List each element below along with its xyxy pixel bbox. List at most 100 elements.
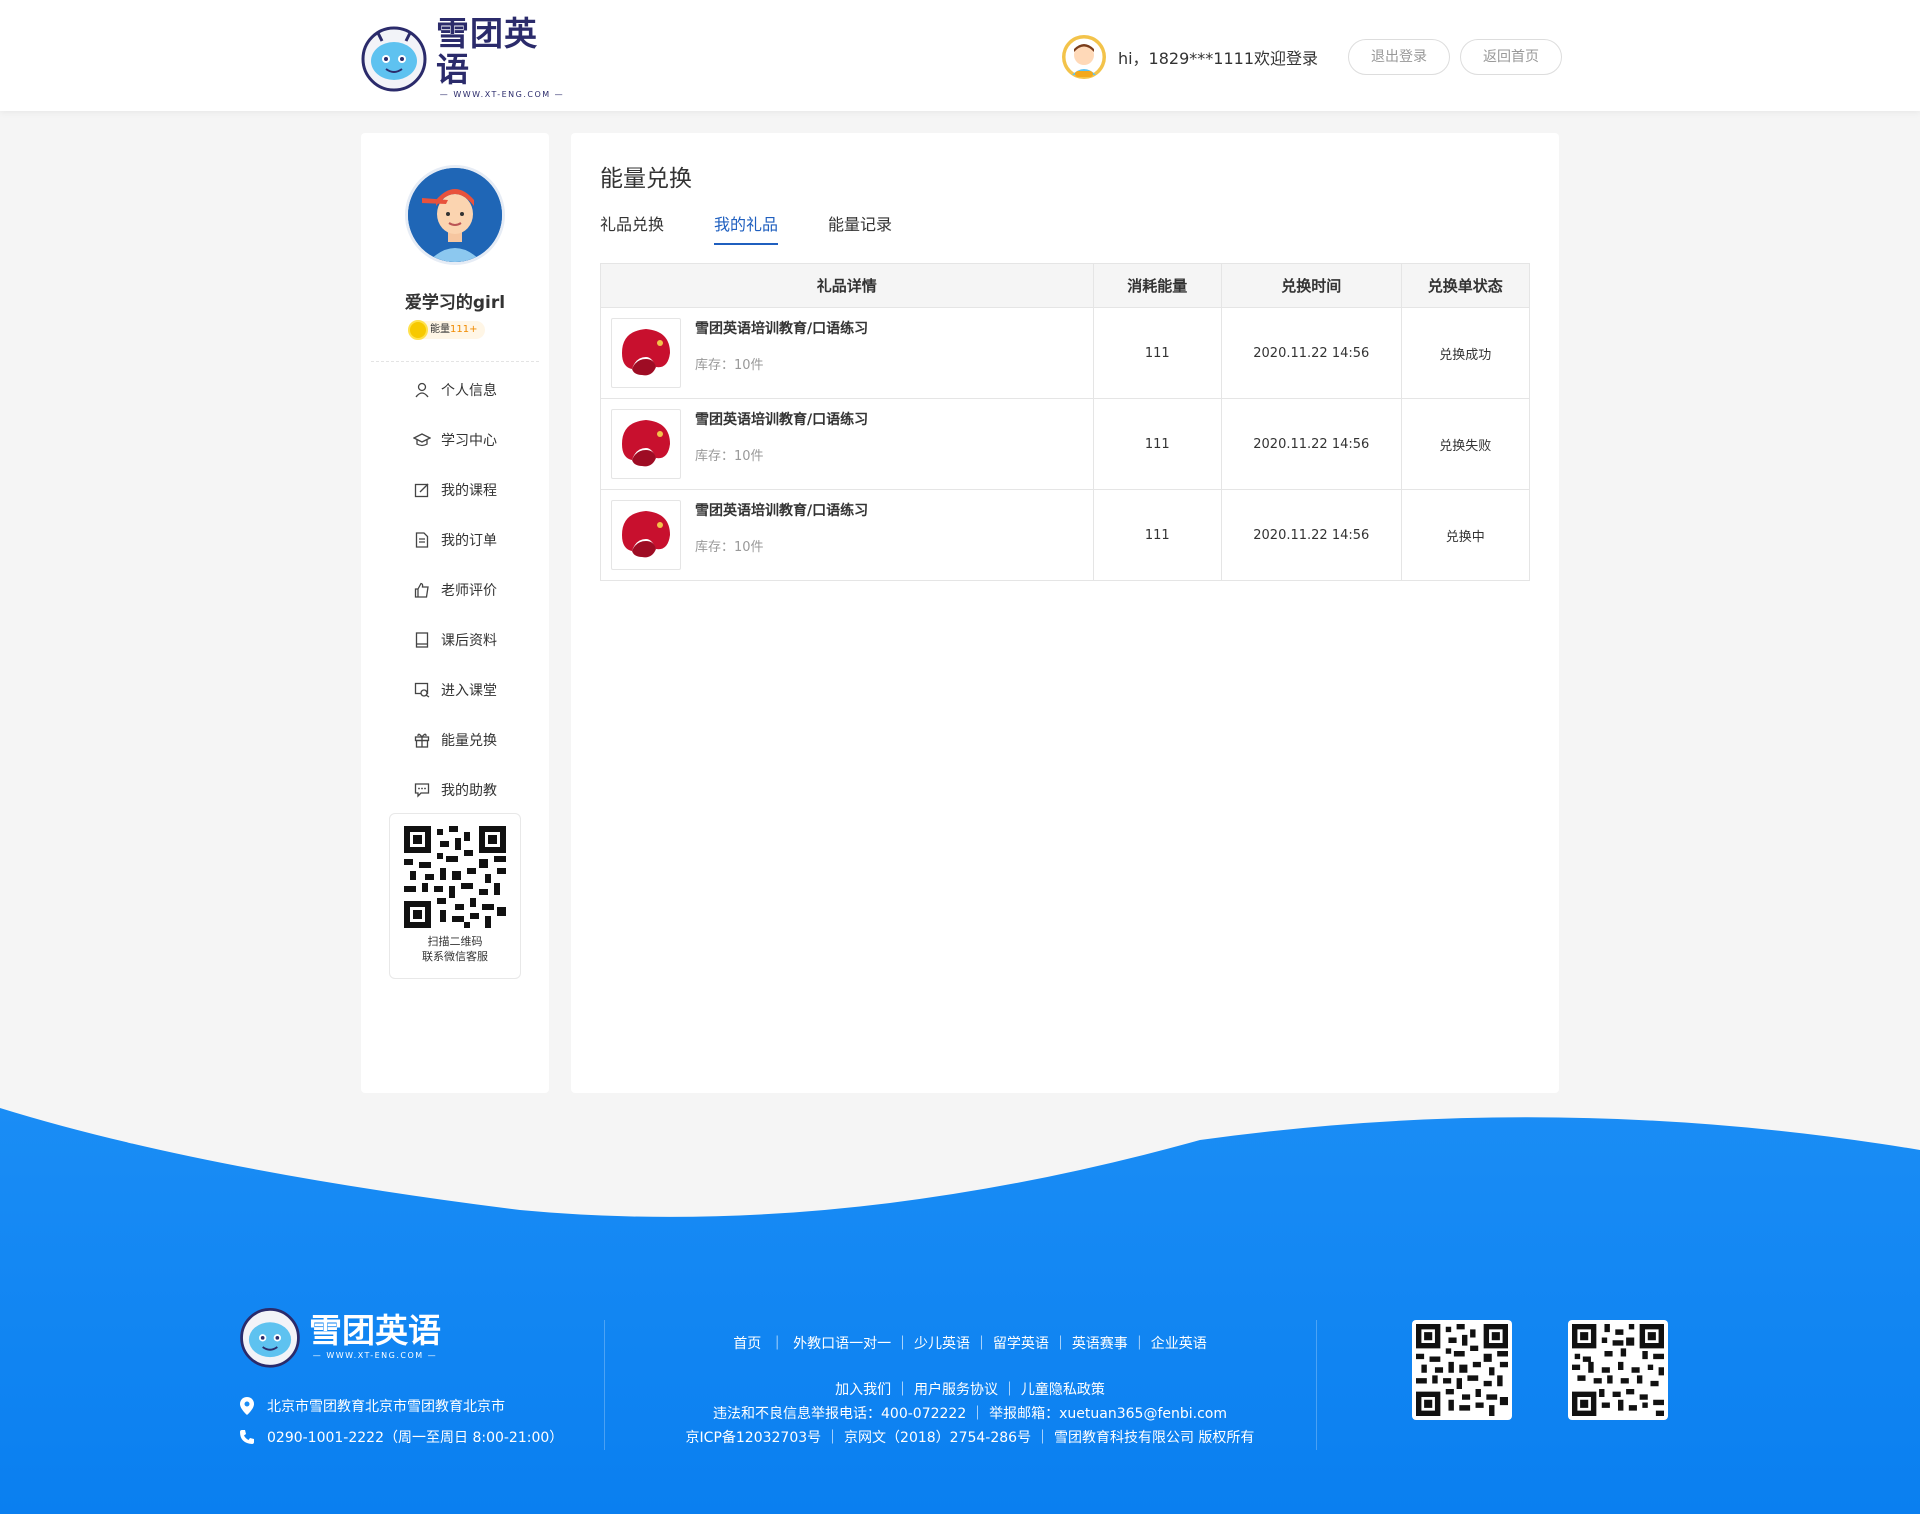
sidebar-item-assistant[interactable]: 我的助教 [361,765,549,815]
logout-button[interactable]: 退出登录 [1348,39,1450,75]
sidebar: 爱学习的girl 能量111+ 个人信息 学习中心 我的课程 我的订单 老师评价… [361,133,549,1093]
sidebar-item-label: 学习中心 [441,433,497,449]
footer-divider-left [604,1320,605,1450]
gift-image[interactable] [611,318,681,388]
mascot-logo-icon [358,21,430,93]
graduation-cap-icon [413,431,431,449]
column-header-energy: 消耗能量 [1092,263,1222,308]
thumbs-up-icon [413,581,431,599]
profile-username: 爱学习的girl [404,293,506,313]
tab-my-gifts[interactable]: 我的礼品 [714,211,779,245]
table-header-row: 礼品详情 消耗能量 兑换时间 兑换单状态 [600,263,1531,308]
footer-qr-code-2 [1568,1320,1668,1420]
site-logo[interactable]: 雪团英语 — WWW.XT-ENG.COM — [358,15,568,99]
sidebar-item-energy-exchange[interactable]: 能量兑换 [361,715,549,765]
edit-icon [413,481,431,499]
table-row[interactable]: 雪团英语培训教育/口语练习 库存：10件 111 2020.11.22 14:5… [600,489,1531,581]
gift-stock: 库存：10件 [695,357,764,373]
book-icon [413,631,431,649]
status-badge: 兑换成功 [1400,307,1531,399]
footer-logo-title: 雪团英语 [309,1310,441,1350]
gift-name: 雪团英语培训教育/口语练习 [695,411,869,428]
gift-image[interactable] [611,409,681,479]
footer-link-home[interactable]: 首页 [733,1336,761,1352]
footer-link-enterprise[interactable]: 企业英语 [1151,1336,1207,1352]
footer-address: 北京市雪团教育北京市雪团教育北京市 [237,1396,505,1416]
gift-image[interactable] [611,500,681,570]
footer-qr-code-1 [1412,1320,1512,1420]
gift-stock: 库存：10件 [695,539,764,555]
gift-name: 雪团英语培训教育/口语练习 [695,320,869,337]
sidebar-item-learning-center[interactable]: 学习中心 [361,415,549,465]
chat-icon [413,781,431,799]
welcome-greeting: hi，1829***1111欢迎登录 [1117,49,1318,68]
user-icon [413,381,431,399]
energy-cost: 111 [1092,398,1222,490]
column-header-time: 兑换时间 [1220,263,1402,308]
home-button[interactable]: 返回首页 [1460,39,1562,75]
sidebar-item-my-orders[interactable]: 我的订单 [361,515,549,565]
footer-link-privacy[interactable]: 儿童隐私政策 [1021,1382,1105,1398]
footer-logo[interactable]: 雪团英语 — WWW.XT-ENG.COM — [237,1303,441,1369]
wechat-qr-code [404,826,506,928]
gift-stock: 库存：10件 [695,448,764,464]
sidebar-item-label: 我的课程 [441,483,497,499]
footer-link-oral[interactable]: 外教口语一对一 [793,1336,891,1352]
user-area: hi，1829***1111欢迎登录 退出登录 返回首页 [1061,34,1562,80]
sidebar-item-label: 老师评价 [441,583,497,599]
footer-nav-secondary: 加入我们 ｜ 用户服务协议 ｜ 儿童隐私政策 [835,1382,1105,1398]
footer-address-text: 北京市雪团教育北京市雪团教育北京市 [267,1399,505,1415]
exchange-time: 2020.11.22 14:56 [1220,489,1402,581]
classroom-icon [413,681,431,699]
sidebar-item-teacher-review[interactable]: 老师评价 [361,565,549,615]
sidebar-divider [371,361,539,362]
footer-phone-text: 0290-1001-2222（周一至周日 8:00-21:00） [267,1430,564,1446]
sidebar-item-label: 我的订单 [441,533,497,549]
table-row[interactable]: 雪团英语培训教育/口语练习 库存：10件 111 2020.11.22 14:5… [600,307,1531,399]
footer-report-info: 违法和不良信息举报电话：400-072222 ｜ 举报邮箱：xuetuan365… [713,1406,1227,1422]
footer-link-study-abroad[interactable]: 留学英语 [993,1336,1049,1352]
footer-mascot-icon [240,1308,300,1368]
tab-energy-records[interactable]: 能量记录 [828,211,892,245]
main-panel: 能量兑换 礼品兑换 我的礼品 能量记录 礼品详情 消耗能量 兑换时间 兑换单状态 [571,133,1559,1093]
qr-caption-line1: 扫描二维码 [427,935,483,948]
column-header-detail: 礼品详情 [600,263,1094,308]
footer-link-kids[interactable]: 少儿英语 [914,1336,970,1352]
energy-cost: 111 [1092,307,1222,399]
phone-icon [237,1429,257,1445]
sidebar-item-label: 我的助教 [441,783,497,799]
footer-divider-right [1316,1320,1317,1450]
tab-bar: 礼品兑换 我的礼品 能量记录 [600,211,942,245]
location-pin-icon [237,1397,257,1415]
page-title: 能量兑换 [600,166,692,192]
sidebar-item-label: 个人信息 [441,383,497,399]
sidebar-item-materials[interactable]: 课后资料 [361,615,549,665]
column-header-status: 兑换单状态 [1400,263,1531,308]
status-badge: 兑换失败 [1400,398,1531,490]
wechat-qr-card: 扫描二维码 联系微信客服 [389,813,521,979]
footer-link-contests[interactable]: 英语赛事 [1072,1336,1128,1352]
exchange-time: 2020.11.22 14:56 [1220,307,1402,399]
sidebar-item-enter-classroom[interactable]: 进入课堂 [361,665,549,715]
sidebar-item-profile[interactable]: 个人信息 [361,365,549,415]
gift-name: 雪团英语培训教育/口语练习 [695,502,869,519]
table-row[interactable]: 雪团英语培训教育/口语练习 库存：10件 111 2020.11.22 14:5… [600,398,1531,490]
logo-url: — WWW.XT-ENG.COM — [439,89,565,99]
footer-icp-info: 京ICP备12032703号 ｜ 京网文（2018）2754-286号 ｜ 雪团… [685,1430,1255,1446]
qr-caption-line2: 联系微信客服 [422,950,488,963]
tab-gift-exchange[interactable]: 礼品兑换 [600,211,664,245]
top-header: 雪团英语 — WWW.XT-ENG.COM — hi，1829***1111欢迎… [0,0,1920,111]
sidebar-item-my-courses[interactable]: 我的课程 [361,465,549,515]
energy-label: 能量 [430,324,450,335]
footer-phone: 0290-1001-2222（周一至周日 8:00-21:00） [237,1427,563,1447]
sidebar-menu: 个人信息 学习中心 我的课程 我的订单 老师评价 课后资料 进入课堂 能量兑换 [361,365,549,815]
document-icon [413,531,431,549]
profile-avatar[interactable] [405,165,505,265]
footer-link-join-us[interactable]: 加入我们 [835,1382,891,1398]
status-badge: 兑换中 [1400,489,1531,581]
user-avatar[interactable] [1061,35,1106,79]
gift-icon [413,731,431,749]
footer-nav-primary: 首页 ｜ 外教口语一对一 ｜ 少儿英语 ｜ 留学英语 ｜ 英语赛事 ｜ 企业英语 [733,1336,1207,1352]
footer-logo-url: — WWW.XT-ENG.COM — [312,1350,438,1360]
footer-link-terms[interactable]: 用户服务协议 [914,1382,998,1398]
